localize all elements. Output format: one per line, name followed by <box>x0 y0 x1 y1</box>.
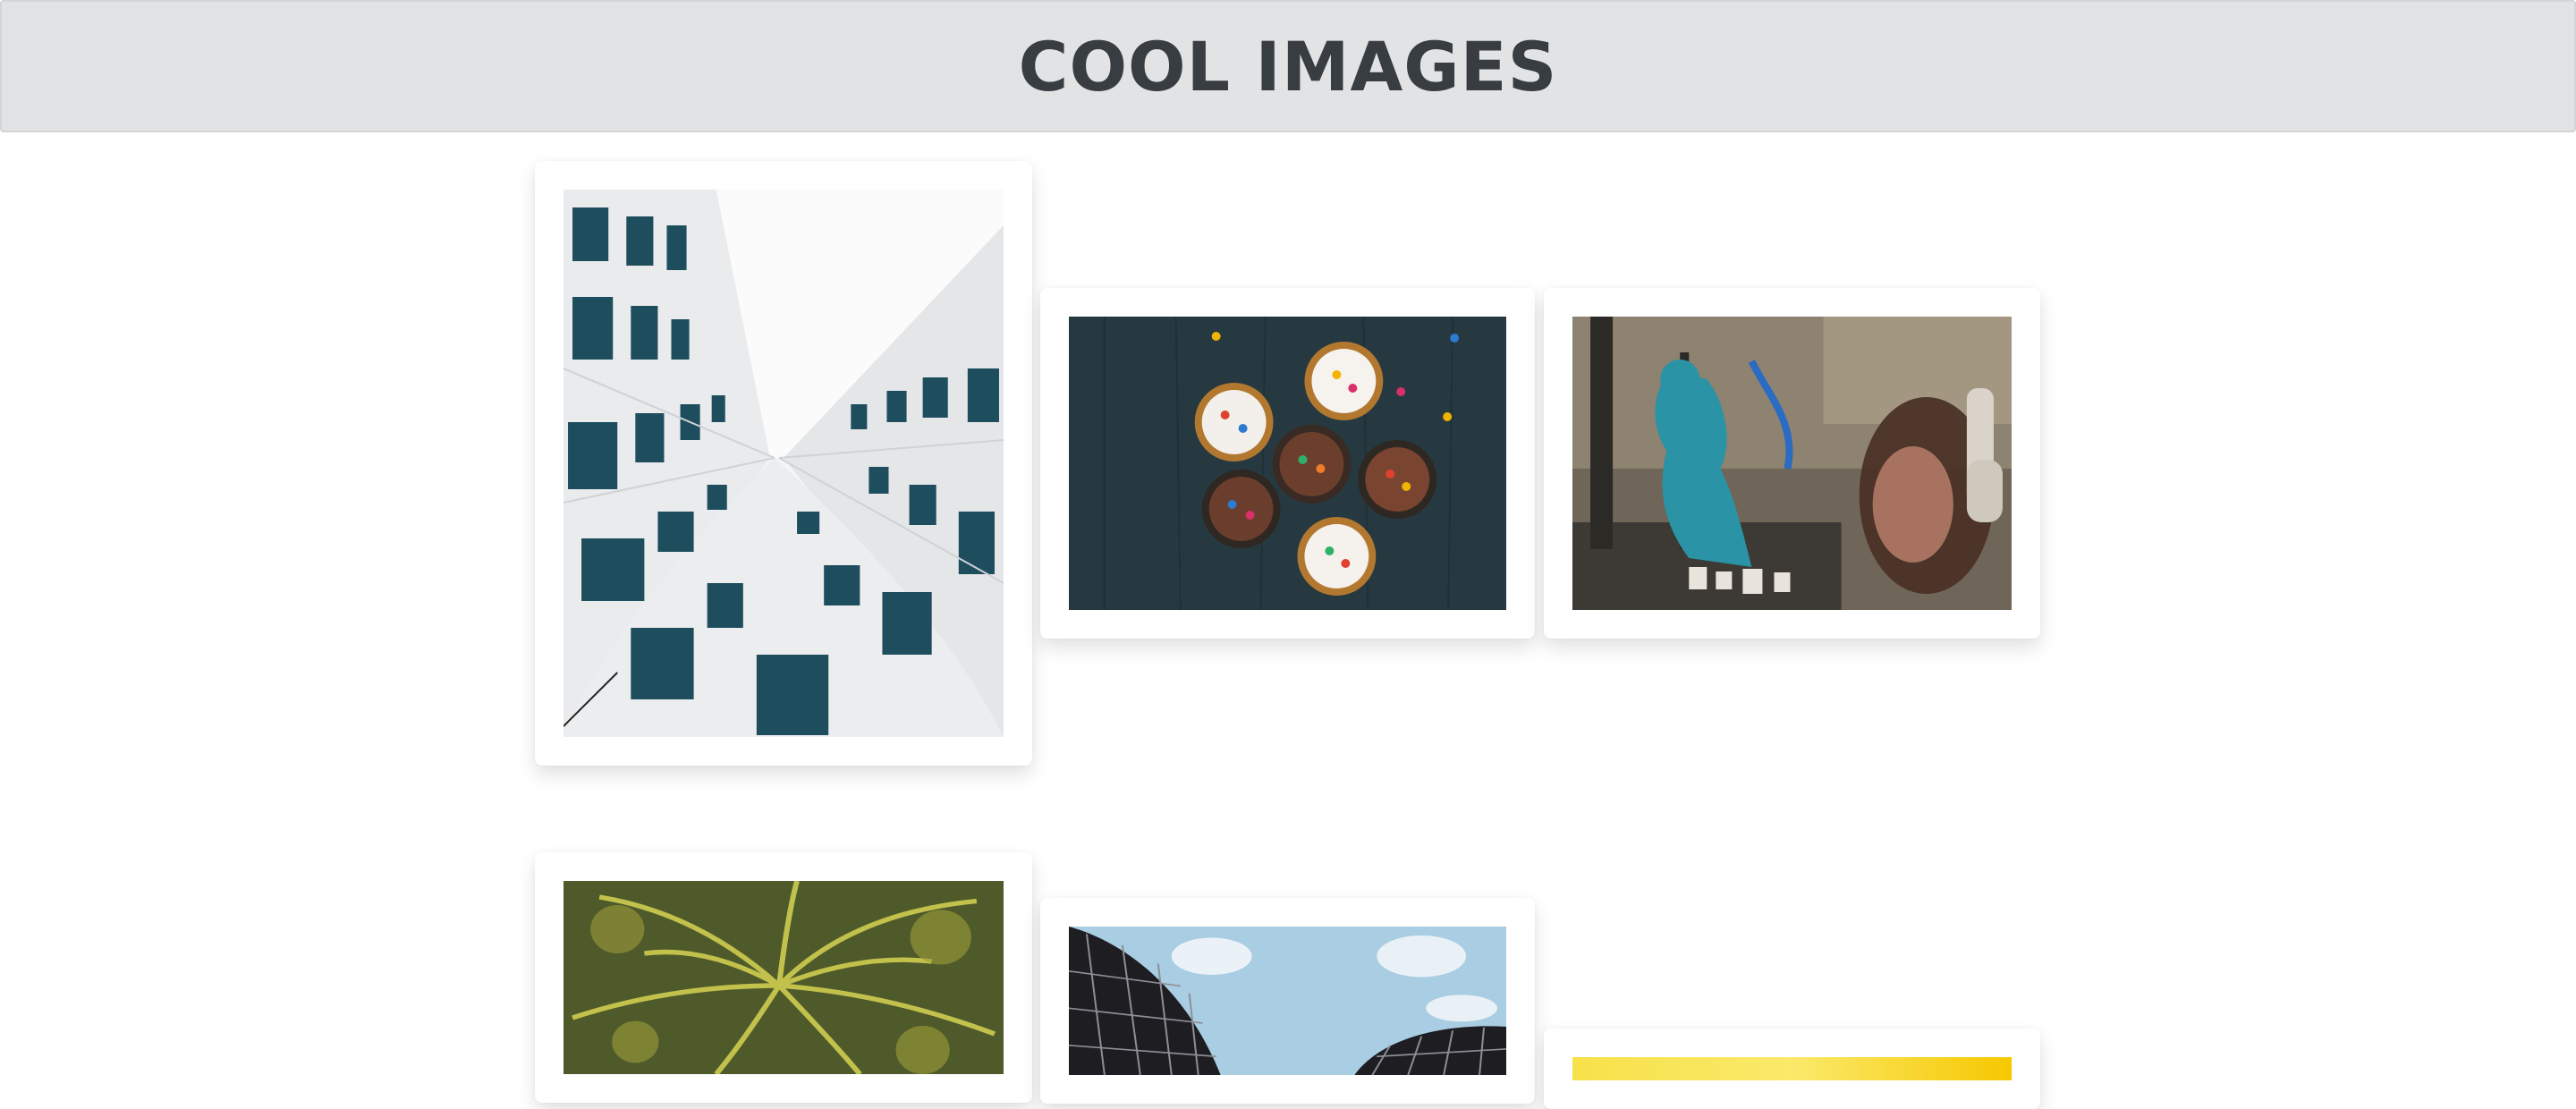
cupcakes-image[interactable] <box>1069 317 1506 610</box>
graffiti-image[interactable] <box>1572 317 2012 610</box>
page-title: COOL IMAGES <box>1018 26 1558 106</box>
building-image[interactable] <box>564 190 1004 737</box>
yellow-image[interactable] <box>1572 1057 2012 1080</box>
curved-buildings-image[interactable] <box>1069 927 1506 1075</box>
image-card-cupcakes[interactable] <box>1040 288 1535 639</box>
image-card-yellow[interactable] <box>1544 1029 2040 1109</box>
image-card-building[interactable] <box>535 161 1032 766</box>
page-header: COOL IMAGES <box>0 0 2576 132</box>
image-card-graffiti[interactable] <box>1544 288 2040 639</box>
palms-image[interactable] <box>564 881 1004 1074</box>
image-card-curved-buildings[interactable] <box>1040 898 1535 1104</box>
image-card-palms[interactable] <box>535 852 1032 1103</box>
